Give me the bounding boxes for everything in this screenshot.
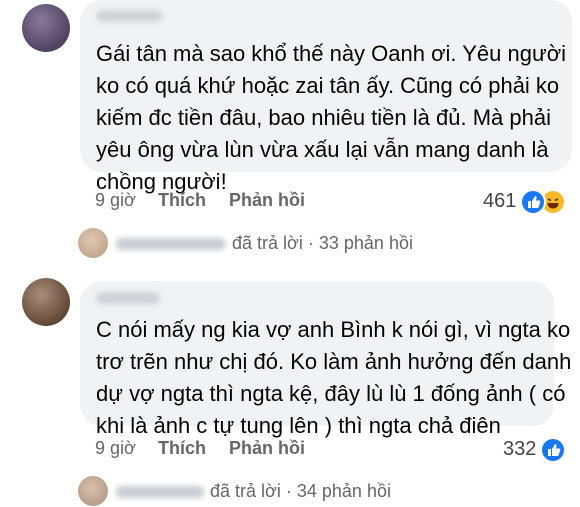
commenter-name-redacted[interactable] [96,292,160,304]
comment-line: Gái tân mà sao khổ thế này Oanh ơi. Yêu … [96,41,567,66]
commenter-name-redacted[interactable] [96,10,162,22]
comment-timestamp[interactable]: 9 giờ [95,190,136,211]
separator: · [307,233,314,253]
reply-count: 33 phản hồi [318,233,413,253]
like-button[interactable]: Thích [158,438,206,459]
comment-timestamp[interactable]: 9 giờ [95,438,136,459]
avatar[interactable] [22,278,70,326]
comment-line: C nói mấy ng kia vợ anh Bình k nói gì, v… [96,317,571,342]
like-icon[interactable] [520,189,546,215]
view-replies-link[interactable]: đã trả lời · 34 phản hồi [116,481,391,502]
replied-label: đã trả lời [210,481,281,501]
comment-line: ko có quá khứ hoặc zai tân ấy. Cũng có p… [96,73,560,98]
replier-name-redacted [116,238,226,251]
view-replies-link[interactable]: đã trả lời · 33 phản hồi [116,233,413,254]
like-button[interactable]: Thích [158,190,206,211]
reply-button[interactable]: Phản hồi [229,438,305,459]
comment-line: kiếm đc tiền đâu, bao nhiêu tiền là đủ. … [96,105,551,130]
avatar[interactable] [22,4,70,52]
replies-avatar[interactable] [78,228,108,258]
replies-avatar[interactable] [78,476,108,506]
comment-line: dự vợ ngta thì ngta kệ, đây lù lù 1 đống… [96,381,566,406]
comment-line: yêu ông vừa lùn vừa xấu lại vẫn mang dan… [96,137,549,162]
reaction-count[interactable]: 332 [503,438,536,461]
comment-line: trơ trẽn như chị đó. Ko làm ảnh hưởng đế… [96,349,572,374]
reaction-count[interactable]: 461 [483,190,516,213]
reply-count: 34 phản hồi [296,481,391,501]
replier-name-redacted [116,486,204,499]
like-icon[interactable] [540,437,566,463]
replied-label: đã trả lời [232,233,303,253]
separator: · [285,481,292,501]
reply-button[interactable]: Phản hồi [229,190,305,211]
